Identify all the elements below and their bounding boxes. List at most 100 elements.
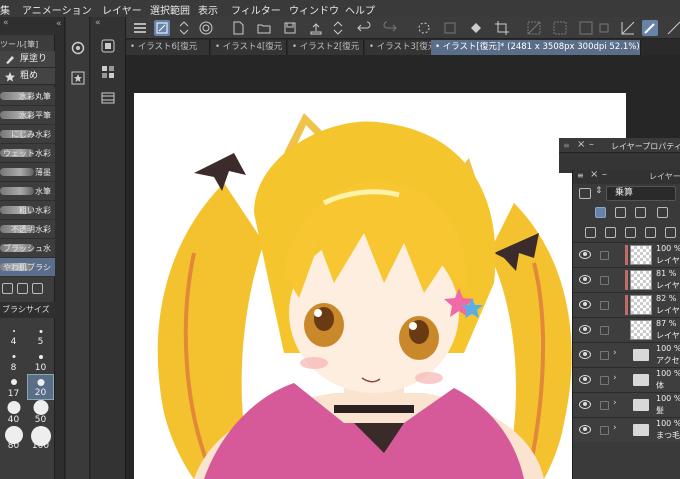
brush-settings-icon[interactable] — [154, 20, 170, 36]
brush-item[interactable]: ウェット水彩 — [0, 144, 55, 163]
chevron-right-icon[interactable]: › — [613, 423, 617, 433]
brush-size-option[interactable]: 5 — [27, 322, 54, 348]
brush-item-selected[interactable]: やわ肌ブラシ — [0, 258, 55, 277]
menu-item-file[interactable]: 集 — [0, 2, 10, 17]
snap-special-icon[interactable] — [666, 20, 680, 36]
layer-checkbox[interactable] — [600, 251, 609, 260]
menu-item-animation[interactable]: アニメーション — [22, 2, 92, 17]
menu-item-view[interactable]: 表示 — [198, 2, 218, 17]
layer-checkbox[interactable] — [600, 426, 609, 435]
updown-arrows-icon[interactable]: ⇕ — [595, 186, 603, 196]
navigator-icon[interactable] — [71, 41, 85, 55]
color-set-icon[interactable] — [101, 65, 115, 79]
layer-color-icon[interactable] — [579, 188, 591, 199]
chevron-right-icon[interactable]: › — [613, 373, 617, 383]
eye-icon[interactable] — [579, 300, 591, 309]
layer-checkbox[interactable] — [600, 351, 609, 360]
brush-size-option[interactable]: 17 — [0, 374, 27, 400]
brush-item[interactable]: 水筆 — [0, 182, 55, 201]
brush-size-option-selected[interactable]: 20 — [27, 374, 54, 400]
delete-icon[interactable] — [32, 282, 43, 294]
close-icon[interactable]: • — [130, 42, 138, 52]
snap-brush-icon[interactable] — [642, 20, 658, 36]
document-tab[interactable]: • イラスト4[復元 — [211, 40, 287, 55]
brush-size-option[interactable]: 4 — [0, 322, 27, 348]
chevron-right-icon[interactable]: › — [613, 398, 617, 408]
brush-size-option[interactable]: 40 — [0, 400, 27, 426]
close-icon[interactable]: × — [590, 169, 598, 180]
brush-item[interactable]: 水彩丸筆 — [0, 87, 55, 106]
redo-icon[interactable] — [382, 20, 398, 36]
transform-icon[interactable] — [442, 20, 458, 36]
clip-icon[interactable] — [595, 207, 606, 218]
import-icon[interactable] — [2, 282, 13, 294]
close-icon[interactable]: • — [292, 42, 300, 52]
brush-size-option[interactable]: 10 — [27, 348, 54, 374]
brush-item[interactable]: にじみ水彩 — [0, 125, 55, 144]
open-folder-icon[interactable] — [256, 20, 272, 36]
layer-folder-row[interactable]: › 100 % 髪 — [573, 392, 680, 417]
chevron-right-icon[interactable]: › — [613, 348, 617, 358]
mask-icon[interactable] — [645, 227, 656, 238]
cloud-upload-icon[interactable] — [308, 20, 324, 36]
layer-row[interactable]: 81 % レイヤー — [573, 267, 680, 292]
eye-icon[interactable] — [579, 400, 591, 409]
brush-item[interactable]: 薄墨 — [0, 163, 55, 182]
brush-size-option[interactable]: 80 — [0, 426, 27, 452]
tool-tab-arame[interactable]: 粗め — [0, 68, 55, 85]
layer-folder-row[interactable]: › 100 % 体 — [573, 367, 680, 392]
grip-icon[interactable]: ≡ — [577, 171, 584, 180]
minimize-icon[interactable]: – — [602, 169, 607, 180]
layer-row[interactable]: 100 % レイヤー — [573, 242, 680, 267]
hamburger-menu-icon[interactable] — [132, 20, 148, 36]
canvas-paper[interactable] — [134, 93, 626, 479]
layer-row[interactable]: 82 % レイヤー — [573, 292, 680, 317]
brush-item[interactable]: 不透明水彩 — [0, 220, 55, 239]
close-icon[interactable]: • — [369, 42, 377, 52]
crop-icon[interactable] — [494, 20, 510, 36]
timeline-icon[interactable] — [101, 91, 115, 105]
loading-spinner-icon[interactable] — [416, 20, 432, 36]
layer-checkbox[interactable] — [600, 276, 609, 285]
updown-arrows-icon[interactable] — [176, 20, 192, 36]
menu-item-filter[interactable]: フィルター — [231, 2, 281, 17]
selection-invert-icon[interactable] — [552, 20, 568, 36]
eye-icon[interactable] — [579, 375, 591, 384]
eye-icon[interactable] — [579, 350, 591, 359]
close-icon[interactable]: • — [435, 42, 443, 52]
layer-checkbox[interactable] — [600, 326, 609, 335]
new-folder-icon[interactable] — [625, 227, 636, 238]
save-icon[interactable] — [282, 20, 298, 36]
document-tab[interactable]: • イラスト6[復元 — [126, 40, 210, 55]
menu-item-selection[interactable]: 選択範囲 — [150, 2, 190, 17]
tool-tab-atsunuri[interactable]: 厚塗り — [0, 51, 55, 68]
layer-row[interactable]: 87 % レイヤー — [573, 317, 680, 342]
new-vector-layer-icon[interactable] — [605, 227, 616, 238]
menu-item-window[interactable]: ウィンドウ — [289, 2, 339, 17]
document-tab[interactable]: • イラスト2[復元 — [288, 40, 364, 55]
layer-checkbox[interactable] — [600, 301, 609, 310]
menu-item-layer[interactable]: レイヤー — [102, 2, 142, 17]
material-star-icon[interactable] — [71, 71, 85, 85]
panel-collapse-bar[interactable]: « — [55, 17, 65, 479]
draft-icon[interactable] — [635, 207, 646, 218]
minimize-icon[interactable]: – — [589, 139, 594, 150]
brush-size-option[interactable]: 100 — [27, 426, 54, 452]
lock-icon[interactable] — [657, 207, 668, 218]
brush-item[interactable]: 水彩平筆 — [0, 106, 55, 125]
fill-bucket-icon[interactable] — [468, 20, 484, 36]
menu-item-help[interactable]: ヘルプ — [345, 2, 375, 17]
undo-icon[interactable] — [356, 20, 372, 36]
new-file-icon[interactable] — [230, 20, 246, 36]
blend-mode-select[interactable]: 乗算 — [606, 186, 676, 201]
layer-search-icon[interactable] — [101, 39, 115, 53]
document-tab-active[interactable]: • イラスト[復元]* (2481 x 3508px 300dpi 52.1%) — [431, 40, 641, 55]
grip-icon[interactable]: ≡ — [563, 141, 570, 150]
collapse-icon[interactable]: « — [95, 18, 101, 28]
eye-icon[interactable] — [579, 325, 591, 334]
new-raster-layer-icon[interactable] — [585, 227, 596, 238]
spiral-icon[interactable] — [198, 20, 214, 36]
brush-item[interactable]: ブラッシュ水彩 — [0, 239, 55, 258]
brush-size-option[interactable]: 8 — [0, 348, 27, 374]
layer-checkbox[interactable] — [600, 401, 609, 410]
